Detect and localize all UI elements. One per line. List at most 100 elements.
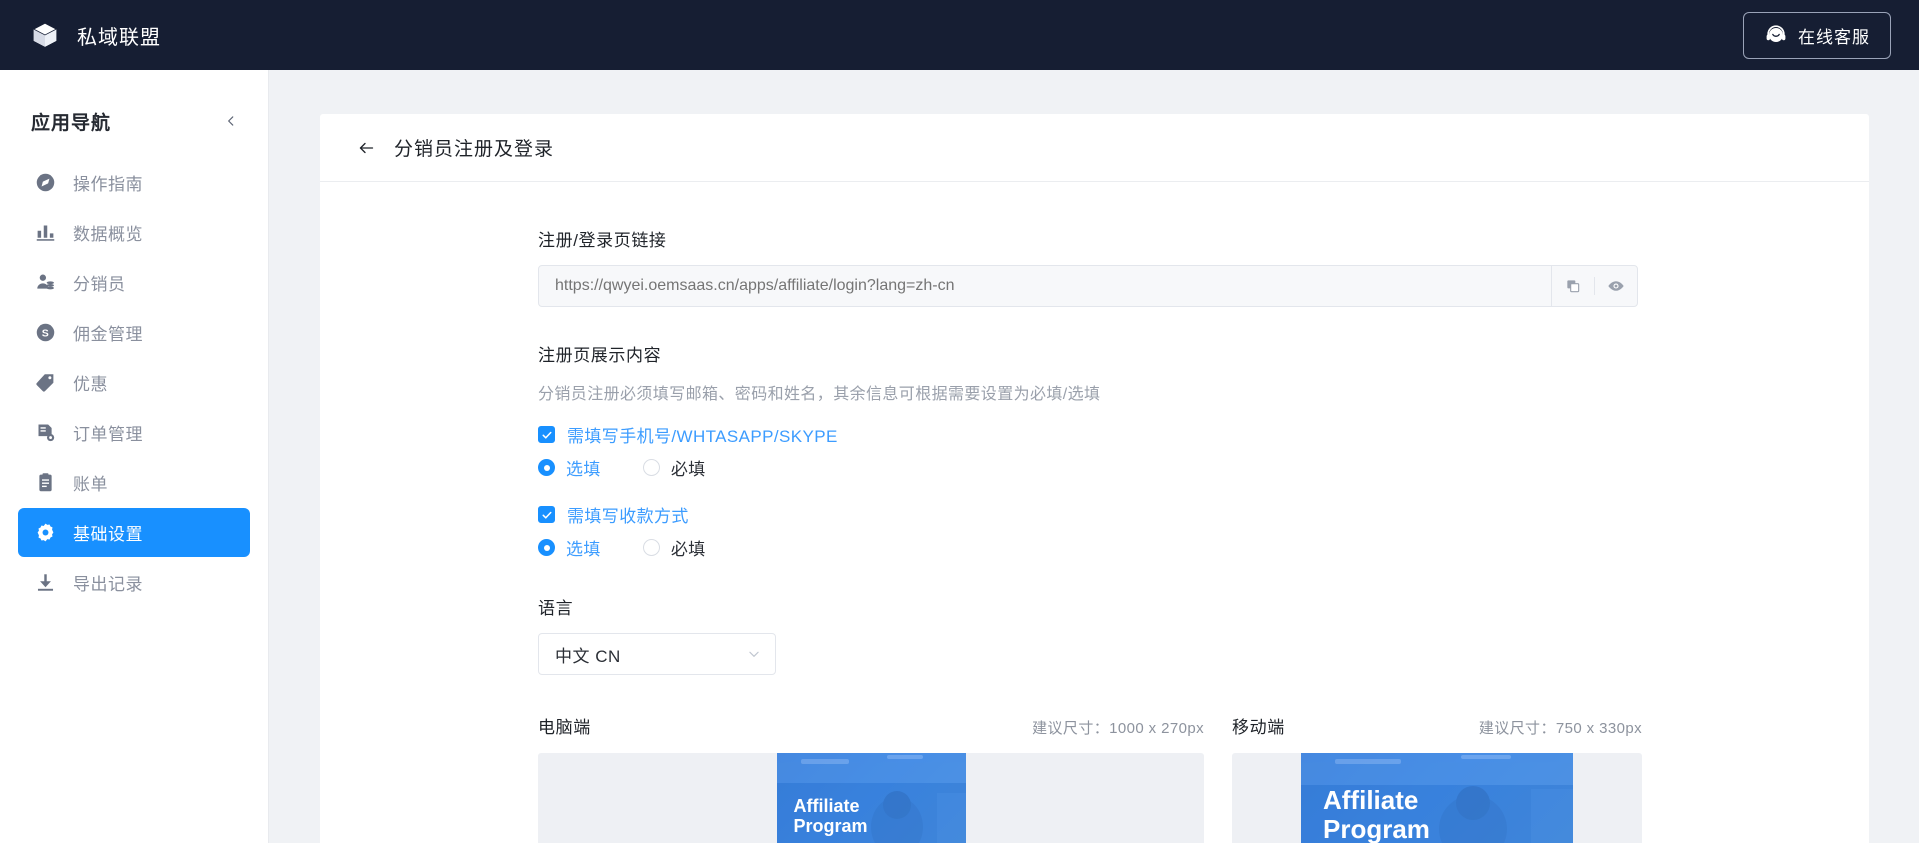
eye-icon[interactable]	[1595, 266, 1637, 306]
online-support-button[interactable]: 在线客服	[1743, 11, 1891, 59]
link-section: 注册/登录页链接	[538, 226, 1869, 307]
radio-label: 必填	[670, 460, 706, 479]
sidebar-item-data-overview[interactable]: 数据概览	[18, 208, 250, 257]
language-label: 语言	[538, 599, 574, 618]
checkbox-label: 需填写收款方式	[567, 507, 689, 526]
sidebar-item-label: 操作指南	[73, 175, 143, 194]
radio-unselected-icon	[642, 459, 660, 476]
mobile-banner-title-line2: Program	[1323, 814, 1430, 843]
display-group: 需填写手机号/WHTASAPP/SKYPE 选填 必填	[538, 422, 1869, 480]
gear-icon	[34, 522, 56, 544]
radio-label: 选填	[566, 460, 601, 479]
radio-label: 选填	[566, 540, 601, 559]
desktop-banner-header: 电脑端 建议尺寸：1000 x 270px	[538, 713, 1204, 738]
cube-icon	[30, 20, 60, 50]
online-support-label: 在线客服	[1798, 27, 1870, 47]
mobile-banner-title-line1: Affiliate	[1323, 785, 1419, 815]
mobile-banner-size-hint: 建议尺寸：750 x 330px	[1478, 720, 1642, 737]
checkbox-checked-icon	[538, 426, 555, 443]
compass-icon	[34, 172, 56, 194]
sidebar-item-affiliates[interactable]: 分销员	[18, 258, 250, 307]
sidebar-title: 应用导航	[31, 112, 112, 134]
sidebar-item-label: 账单	[73, 475, 108, 494]
radio-optional[interactable]: 选填	[538, 535, 601, 560]
display-description: 分销员注册必须填写邮箱、密码和姓名，其余信息可根据需要设置为必填/选填	[538, 386, 1101, 403]
checkbox-label: 需填写手机号/WHTASAPP/SKYPE	[567, 427, 838, 446]
link-input-group	[538, 265, 1638, 307]
radio-label: 必填	[670, 540, 706, 559]
radio-required[interactable]: 必填	[642, 535, 706, 560]
desktop-banner-image[interactable]: Affiliate Program Looking for an EXTRA I…	[776, 753, 966, 843]
chevron-left-icon[interactable]	[220, 110, 242, 132]
phone-field-radio-group: 选填 必填	[538, 455, 1869, 480]
radio-selected-icon	[538, 459, 555, 476]
brand-title: 私域联盟	[77, 26, 161, 49]
radio-optional[interactable]: 选填	[538, 455, 601, 480]
link-actions	[1551, 266, 1637, 306]
dollar-circle-icon: S	[34, 322, 56, 344]
desktop-banner-title-line1: Affiliate	[793, 796, 860, 816]
language-select[interactable]: 中文 CN	[538, 633, 776, 675]
mobile-banner-title: Affiliate Program	[1301, 753, 1573, 843]
sidebar-item-commission[interactable]: S 佣金管理	[18, 308, 250, 357]
sidebar-item-label: 优惠	[73, 375, 108, 394]
sidebar-item-label: 订单管理	[73, 425, 143, 444]
checkbox-checked-icon	[538, 506, 555, 523]
sidebar-item-guide[interactable]: 操作指南	[18, 158, 250, 207]
svg-text:S: S	[41, 328, 48, 340]
user-coins-icon	[34, 272, 56, 294]
registration-link-input[interactable]	[539, 266, 1551, 306]
sidebar-nav: 操作指南 数据概览 分销员 S 佣金管理 优惠 订单管理 账单 基础设置 导出记…	[0, 158, 268, 607]
desktop-banner-title: Affiliate Program	[777, 753, 966, 836]
sidebar-item-label: 佣金管理	[73, 325, 143, 344]
sidebar-item-basic-settings[interactable]: 基础设置	[18, 508, 250, 557]
desktop-banner-label: 电脑端	[538, 718, 591, 737]
sidebar-item-label: 基础设置	[73, 525, 143, 544]
sidebar: 应用导航 操作指南 数据概览 分销员 S 佣金管理 优惠 订单管理 账单 基础设…	[0, 70, 269, 843]
top-bar: 私域联盟 在线客服	[0, 0, 1919, 70]
sidebar-item-orders[interactable]: 订单管理	[18, 408, 250, 457]
desktop-banner-size-hint: 建议尺寸：1000 x 270px	[1032, 720, 1204, 737]
clipboard-icon	[34, 472, 56, 494]
bar-chart-icon	[34, 222, 56, 244]
sidebar-item-export-records[interactable]: 导出记录	[18, 558, 250, 607]
headset-icon	[1764, 23, 1788, 47]
language-section: 语言 中文 CN	[538, 594, 1869, 675]
display-section: 注册页展示内容 分销员注册必须填写邮箱、密码和姓名，其余信息可根据需要设置为必填…	[538, 341, 1869, 560]
mobile-banner-header: 移动端 建议尺寸：750 x 330px	[1232, 713, 1642, 738]
chevron-down-icon	[747, 647, 761, 661]
payment-field-checkbox[interactable]: 需填写收款方式	[538, 502, 1869, 527]
tag-icon	[34, 372, 56, 394]
arrow-left-icon[interactable]	[355, 137, 377, 159]
display-group: 需填写收款方式 选填 必填	[538, 502, 1869, 560]
desktop-banner-title-line2: Program	[793, 816, 868, 837]
link-label: 注册/登录页链接	[538, 231, 667, 250]
brand: 私域联盟	[30, 20, 161, 50]
mobile-banner-label: 移动端	[1232, 718, 1285, 737]
radio-required[interactable]: 必填	[642, 455, 706, 480]
sidebar-item-label: 导出记录	[73, 575, 143, 594]
sidebar-item-label: 数据概览	[73, 225, 143, 244]
sidebar-item-label: 分销员	[73, 275, 126, 294]
radio-unselected-icon	[642, 539, 660, 556]
sidebar-item-bills[interactable]: 账单	[18, 458, 250, 507]
phone-field-checkbox[interactable]: 需填写手机号/WHTASAPP/SKYPE	[538, 422, 1869, 447]
radio-selected-icon	[538, 539, 555, 556]
payment-field-radio-group: 选填 必填	[538, 535, 1869, 560]
mobile-banner-column: 移动端 建议尺寸：750 x 330px Affiliate Program	[1232, 713, 1642, 843]
banner-section: 电脑端 建议尺寸：1000 x 270px Affiliate Program …	[538, 713, 1869, 843]
display-label: 注册页展示内容	[538, 346, 662, 365]
desktop-banner-column: 电脑端 建议尺寸：1000 x 270px Affiliate Program	[538, 713, 1204, 843]
mobile-banner-frame[interactable]: Affiliate Program	[1232, 753, 1642, 843]
page-title: 分销员注册及登录	[394, 139, 555, 160]
sidebar-item-discount[interactable]: 优惠	[18, 358, 250, 407]
settings-card: 分销员注册及登录 注册/登录页链接 https://qwyei.oemsaas.…	[320, 114, 1869, 843]
download-icon	[34, 572, 56, 594]
desktop-banner-frame[interactable]: Affiliate Program Looking for an EXTRA I…	[538, 753, 1204, 843]
main-content: 分销员注册及登录 注册/登录页链接 https://qwyei.oemsaas.…	[269, 70, 1919, 843]
mobile-banner-image[interactable]: Affiliate Program	[1301, 753, 1573, 843]
card-header: 分销员注册及登录	[320, 114, 1869, 182]
copy-icon[interactable]	[1552, 266, 1594, 306]
language-select-value: 中文 CN	[555, 646, 621, 666]
card-body: 注册/登录页链接 https://qwyei.oemsaas.cn/apps/a…	[320, 182, 1869, 843]
